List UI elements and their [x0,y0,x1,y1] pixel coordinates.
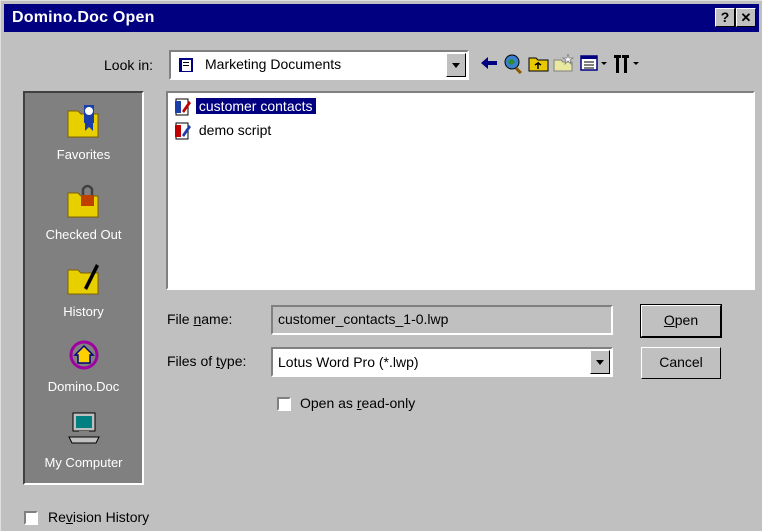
up-folder-icon[interactable] [528,53,550,75]
places-bar: Favorites Checked Out History Domino.Doc [23,91,144,485]
tools-menu-icon[interactable] [613,53,643,75]
new-folder-icon[interactable] [553,53,575,75]
place-checked-out[interactable]: Checked Out [25,181,142,242]
look-in-combobox[interactable]: Marketing Documents [169,50,469,80]
place-domino-doc[interactable]: Domino.Doc [25,333,142,394]
folder-icon [179,58,193,72]
cancel-button[interactable]: Cancel [641,347,721,379]
dialog-window: Domino.Doc Open ? ✕ Look in: Marketing D… [0,0,762,531]
place-label-my-computer: My Computer [44,455,123,470]
close-button[interactable]: ✕ [736,8,756,27]
my-computer-icon [67,412,100,444]
open-button[interactable]: Open [640,304,722,338]
help-button[interactable]: ? [715,8,735,27]
back-arrow-icon[interactable] [478,53,500,75]
place-label-domino-doc: Domino.Doc [47,379,120,394]
history-folder-icon [67,264,99,295]
revision-history-label[interactable]: Revision History [48,509,149,525]
file-list[interactable]: customer contacts demo script [166,91,755,290]
window-title: Domino.Doc Open [12,9,155,26]
file-type-combobox[interactable]: Lotus Word Pro (*.lwp) [271,347,613,377]
look-in-dropdown-button[interactable] [446,53,466,77]
look-in-label: Look in: [104,57,154,73]
file-type-dropdown-button[interactable] [590,350,610,374]
view-menu-icon[interactable] [579,53,609,75]
file-item[interactable]: customer contacts [174,96,316,116]
search-web-icon[interactable] [503,53,525,75]
place-label-checked-out: Checked Out [45,227,122,242]
place-label-history: History [63,304,104,319]
file-name-field[interactable]: customer_contacts_1-0.lwp [271,305,613,335]
word-pro-document-icon [175,98,191,116]
title-bar[interactable]: Domino.Doc Open ? ✕ [4,4,759,32]
file-name: demo script [198,122,272,138]
read-only-label[interactable]: Open as read-only [300,395,415,411]
checked-out-folder-icon [67,184,98,218]
place-my-computer[interactable]: My Computer [25,409,142,470]
file-name-label: File name: [167,311,233,327]
place-favorites[interactable]: Favorites [25,101,142,162]
file-name: customer contacts [195,98,316,114]
place-history[interactable]: History [25,258,142,319]
revision-history-checkbox[interactable] [24,511,38,525]
read-only-checkbox[interactable] [277,397,291,411]
file-item[interactable]: demo script [174,120,274,140]
domino-doc-icon [69,340,98,370]
file-type-value: Lotus Word Pro (*.lwp) [278,354,419,370]
place-label-favorites: Favorites [56,147,111,162]
favorites-folder-icon [67,105,98,138]
file-type-label: Files of type: [167,353,247,369]
word-pro-document-icon [175,122,191,140]
look-in-value: Marketing Documents [205,56,342,72]
